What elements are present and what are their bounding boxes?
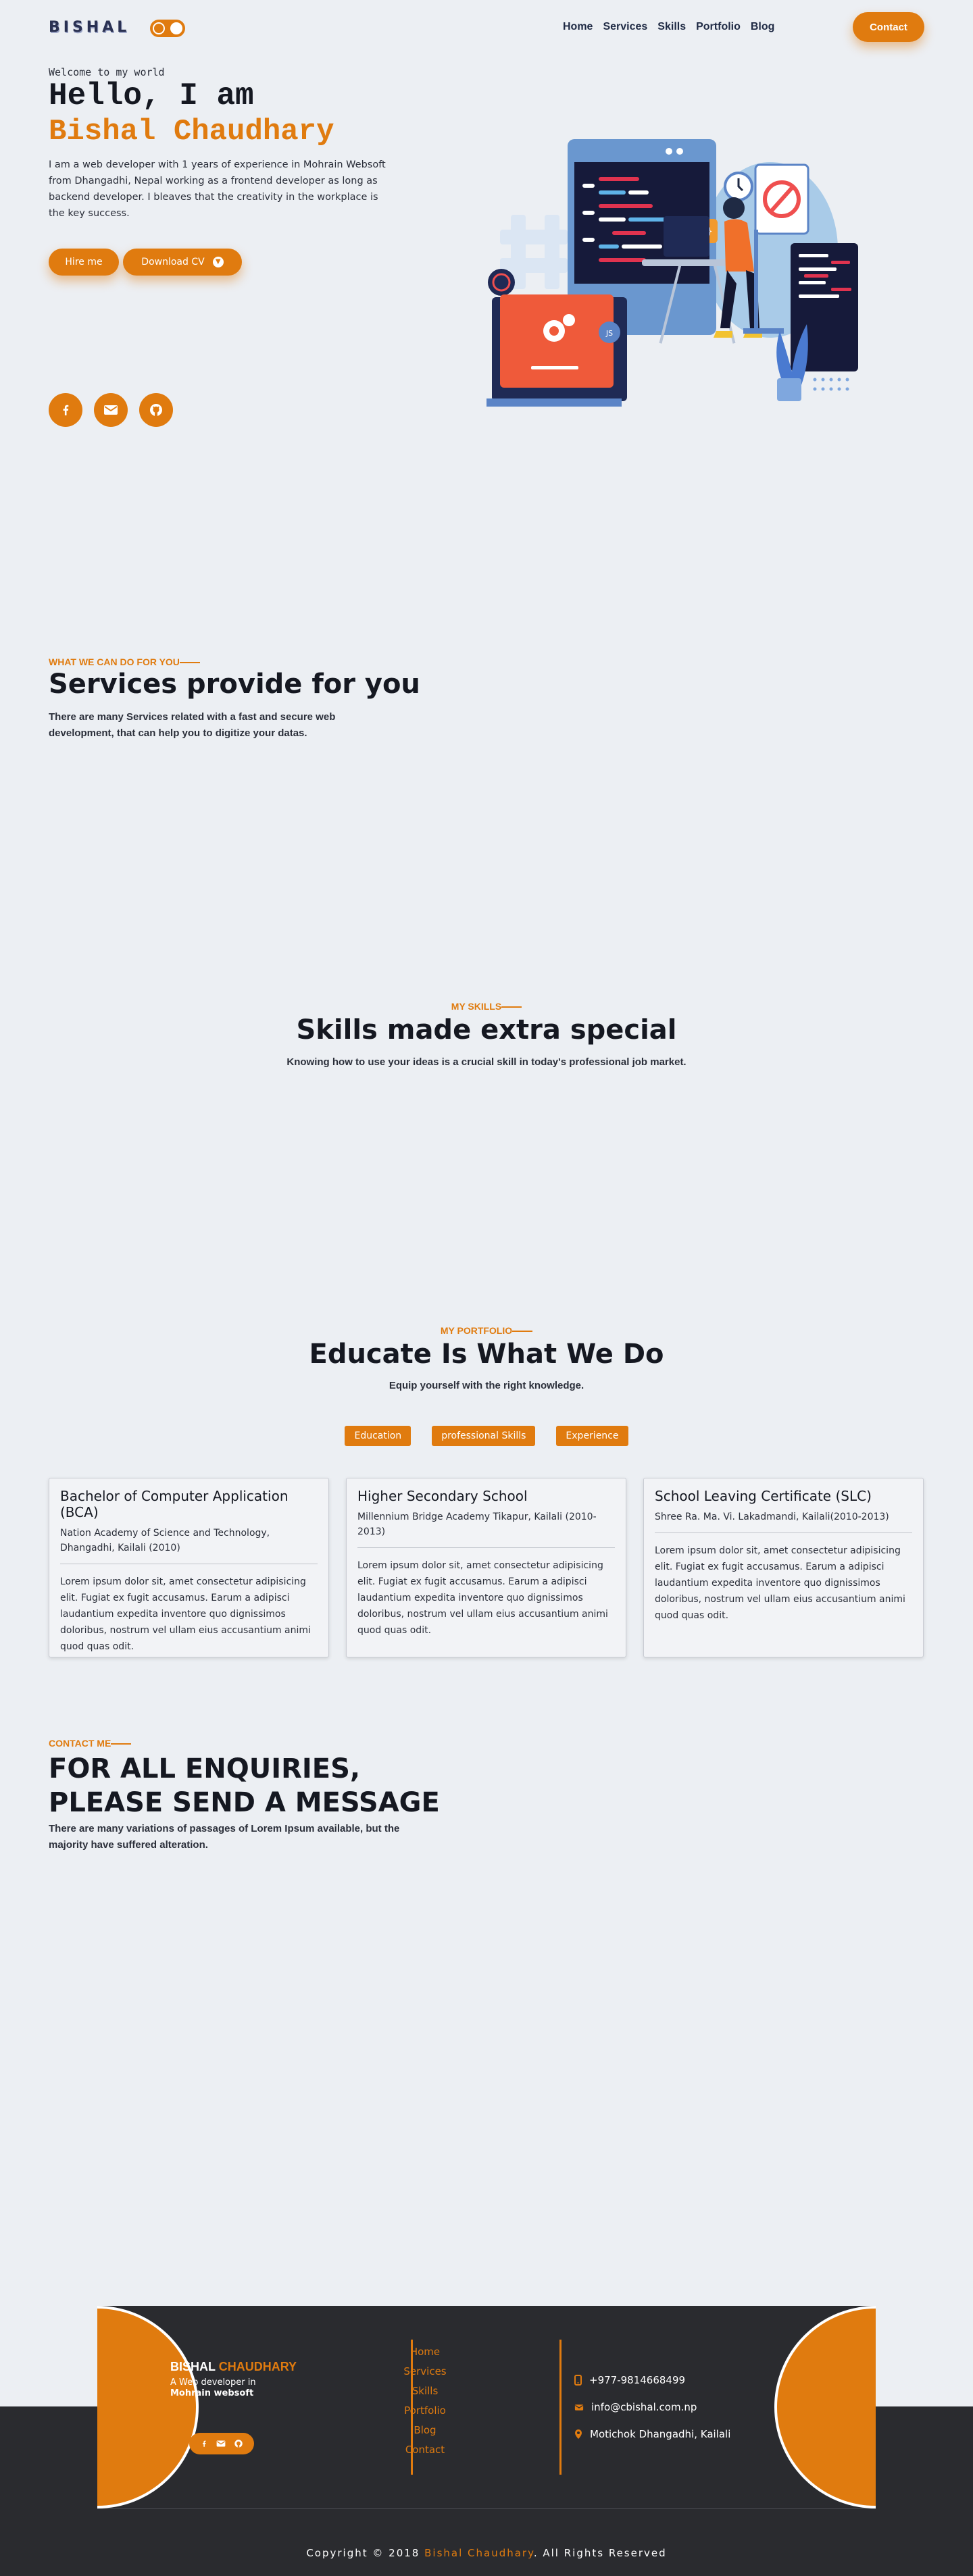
skills-title: Skills made extra special bbox=[296, 1014, 677, 1046]
footer-social-links bbox=[189, 2433, 254, 2454]
github-icon[interactable] bbox=[139, 393, 173, 427]
envelope-icon bbox=[574, 2404, 584, 2411]
services-subtitle: There are many Services related with a f… bbox=[49, 711, 336, 739]
education-card-institution: Millennium Bridge Academy Tikapur, Kaila… bbox=[357, 1510, 615, 1548]
envelope-icon[interactable] bbox=[94, 393, 128, 427]
footer-tagline: A Web developer in bbox=[170, 2377, 256, 2388]
download-cv-label: Download CV bbox=[141, 257, 205, 267]
copyright-suffix: . All Rights Reserved bbox=[533, 2547, 667, 2559]
footer-link-skills[interactable]: Skills bbox=[412, 2384, 439, 2398]
toggle-ring-icon bbox=[153, 22, 165, 34]
footer-phone[interactable]: +977-9814668499 bbox=[589, 2372, 685, 2388]
hero-hello-heading: Hello, I am bbox=[49, 78, 254, 113]
contact-button[interactable]: Contact bbox=[853, 12, 924, 42]
contact-subtitle: There are many variations of passages of… bbox=[49, 1823, 400, 1851]
footer-link-home[interactable]: Home bbox=[410, 2345, 440, 2359]
hire-me-button[interactable]: Hire me bbox=[49, 249, 119, 276]
footer-email-row: info@cbishal.com.np bbox=[574, 2399, 730, 2415]
map-pin-icon bbox=[575, 2429, 582, 2439]
skills-tag: MY SKILLS bbox=[0, 1001, 973, 1012]
filter-education[interactable]: Education bbox=[345, 1426, 411, 1446]
portfolio-subtitle: Equip yourself with the right knowledge. bbox=[389, 1380, 584, 1391]
services-tag: WHAT WE CAN DO FOR YOU bbox=[49, 656, 200, 667]
education-card: Bachelor of Computer Application (BCA) N… bbox=[49, 1478, 329, 1657]
footer-brand-last: CHAUDHARY bbox=[218, 2360, 297, 2373]
footer-card: BISHAL CHAUDHARY A Web developer in Mohr… bbox=[97, 2306, 876, 2508]
hero-description: I am a web developer with 1 years of exp… bbox=[49, 159, 386, 219]
filter-professional-skills[interactable]: professional Skills bbox=[432, 1426, 536, 1446]
footer-email[interactable]: info@cbishal.com.np bbox=[591, 2399, 697, 2415]
skills-subtitle: Knowing how to use your ideas is a cruci… bbox=[286, 1056, 687, 1068]
hero-welcome-text: Welcome to my world bbox=[49, 66, 165, 78]
footer-divider bbox=[559, 2340, 562, 2475]
education-card-body: Lorem ipsum dolor sit, amet consectetur … bbox=[357, 1560, 608, 1636]
portfolio-tag: MY PORTFOLIO bbox=[0, 1325, 973, 1336]
download-icon: ▼ bbox=[212, 257, 224, 267]
envelope-icon[interactable] bbox=[216, 2440, 226, 2448]
portfolio-title: Educate Is What We Do bbox=[309, 1339, 664, 1370]
nav-link-skills[interactable]: Skills bbox=[657, 21, 686, 33]
footer-link-blog[interactable]: Blog bbox=[414, 2423, 436, 2437]
footer-address: Motichok Dhangadhi, Kailali bbox=[590, 2428, 731, 2440]
mobile-phone-icon bbox=[574, 2375, 582, 2386]
top-navbar: BISHAL Home Services Skills Portfolio Bl… bbox=[0, 0, 973, 57]
contact-tag: CONTACT ME bbox=[49, 1738, 131, 1749]
developer-illustration: {;} JS bbox=[487, 139, 858, 407]
footer-link-portfolio[interactable]: Portfolio bbox=[404, 2404, 446, 2417]
education-card-title: Higher Secondary School bbox=[357, 1488, 528, 1504]
facebook-icon[interactable] bbox=[49, 393, 82, 427]
nav-link-services[interactable]: Services bbox=[603, 21, 647, 33]
svg-text:JS: JS bbox=[605, 329, 613, 338]
footer-company: Mohrain websoft bbox=[170, 2388, 254, 2398]
copyright-name[interactable]: Bishal Chaudhary bbox=[424, 2547, 534, 2559]
footer-brand: BISHAL CHAUDHARY bbox=[170, 2360, 297, 2374]
education-card: Higher Secondary School Millennium Bridg… bbox=[346, 1478, 626, 1657]
footer-phone-row: +977-9814668499 bbox=[574, 2372, 730, 2388]
contact-title: FOR ALL ENQUIRIES, PLEASE SEND A MESSAGE bbox=[49, 1753, 440, 1818]
theme-toggle[interactable] bbox=[150, 20, 185, 37]
portfolio-filters: Education professional Skills Experience bbox=[0, 1426, 973, 1446]
footer-link-services[interactable]: Services bbox=[403, 2365, 446, 2378]
education-card-body: Lorem ipsum dolor sit, amet consectetur … bbox=[655, 1545, 905, 1621]
nav-link-portfolio[interactable]: Portfolio bbox=[696, 21, 741, 33]
education-card: School Leaving Certificate (SLC) Shree R… bbox=[643, 1478, 924, 1657]
footer-brand-first: BISHAL bbox=[170, 2360, 216, 2373]
footer-link-contact[interactable]: Contact bbox=[405, 2443, 445, 2456]
hero-buttons: Hire me Download CV ▼ bbox=[49, 249, 242, 276]
footer-address-row: Motichok Dhangadhi, Kailali bbox=[574, 2426, 730, 2442]
site-logo[interactable]: BISHAL bbox=[49, 19, 130, 36]
footer-rule bbox=[97, 2508, 876, 2509]
footer-decor-right bbox=[774, 2306, 876, 2508]
nav-link-blog[interactable]: Blog bbox=[751, 21, 775, 33]
download-cv-button[interactable]: Download CV ▼ bbox=[123, 249, 242, 276]
hire-me-label: Hire me bbox=[65, 257, 103, 267]
footer-contact-info: +977-9814668499 info@cbishal.com.np Moti… bbox=[574, 2372, 730, 2442]
hero-social-links bbox=[49, 393, 173, 427]
filter-experience[interactable]: Experience bbox=[556, 1426, 628, 1446]
education-card-body: Lorem ipsum dolor sit, amet consectetur … bbox=[60, 1576, 311, 1652]
footer-links: Home Services Skills Portfolio Blog Cont… bbox=[382, 2345, 468, 2456]
services-title: Services provide for you bbox=[49, 669, 420, 700]
footer-decor-left bbox=[97, 2306, 199, 2508]
education-card-institution: Shree Ra. Ma. Vi. Lakadmandi, Kailali(20… bbox=[655, 1510, 912, 1533]
github-icon[interactable] bbox=[234, 2439, 243, 2448]
education-card-institution: Nation Academy of Science and Technology… bbox=[60, 1526, 318, 1564]
education-card-title: Bachelor of Computer Application (BCA) bbox=[60, 1488, 289, 1520]
toggle-knob bbox=[170, 22, 182, 34]
hero-name-heading: Bishal Chaudhary bbox=[49, 115, 334, 149]
nav-menu: Home Services Skills Portfolio Blog bbox=[563, 21, 774, 33]
nav-link-home[interactable]: Home bbox=[563, 21, 593, 33]
education-card-title: School Leaving Certificate (SLC) bbox=[655, 1488, 872, 1504]
copyright-text: Copyright © 2018 Bishal Chaudhary. All R… bbox=[0, 2547, 973, 2559]
facebook-icon[interactable] bbox=[200, 2439, 208, 2448]
copyright-prefix: Copyright © 2018 bbox=[306, 2547, 420, 2559]
